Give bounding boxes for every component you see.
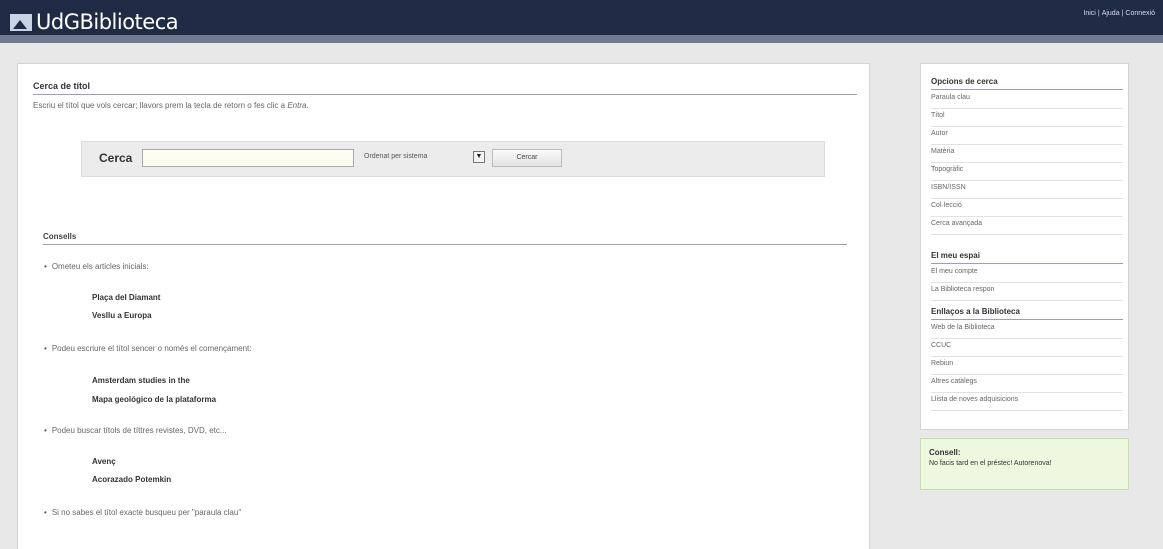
page-title: Cerca de títol (33, 81, 91, 91)
tip-example-link[interactable]: Amsterdam studies in the (92, 376, 190, 385)
sidebar-item-isbn[interactable]: ISBN/ISSN (931, 181, 1123, 199)
sidebar-item-call-number[interactable]: Topogràfic (931, 163, 1123, 181)
tip-item: Ometeu els articles inicials: (44, 262, 149, 271)
search-input[interactable] (142, 149, 354, 167)
description-emphasis: Entra (287, 101, 307, 110)
sidebar-item-ccuc[interactable]: CCUC (931, 339, 1123, 357)
advice-text: No facis tard en el préstec! Autorenova! (929, 460, 1052, 467)
tip-example-link[interactable]: Acorazado Potemkin (92, 475, 171, 484)
sidebar-item-new-acquisitions[interactable]: Llista de noves adquisicions (931, 393, 1123, 411)
link-separator: | (1121, 10, 1124, 17)
library-logo-icon (10, 13, 32, 31)
sidebar-item-advanced[interactable]: Cerca avançada (931, 217, 1123, 235)
advice-box: Consell: No facis tard en el préstec! Au… (920, 438, 1129, 490)
search-options-title: Opcions de cerca (931, 77, 998, 86)
sidebar-item-rebiun[interactable]: Rebiun (931, 357, 1123, 375)
tip-item: Podeu buscar títols de títtres revistes,… (44, 426, 227, 435)
title-divider (33, 94, 857, 95)
dropdown-arrow-icon[interactable]: ▼ (473, 151, 485, 163)
search-box: Cerca Ordenat per sistema ▼ Cercar (81, 141, 825, 177)
sidebar: Opcions de cerca Paraula clau Títol Auto… (920, 63, 1129, 430)
search-button[interactable]: Cercar (492, 149, 562, 167)
page-description: Escriu el títol que vols cercar; llavors… (33, 101, 309, 110)
tip-example-link[interactable]: Mapa geológico de la plataforma (92, 395, 216, 404)
description-end: . (306, 101, 309, 110)
top-links: Inici | Ajuda | Connexió (1083, 10, 1155, 17)
sidebar-item-title[interactable]: Títol (931, 109, 1123, 127)
tip-example-link[interactable]: Plaça del Diamant (92, 293, 160, 302)
tips-title: Consells (43, 232, 77, 241)
sidebar-item-other-catalogs[interactable]: Altres catàlegs (931, 375, 1123, 393)
logo-text: UdGBiblioteca (36, 10, 179, 34)
sidebar-item-keyword[interactable]: Paraula clau (931, 91, 1123, 109)
link-home[interactable]: Inici (1083, 10, 1095, 17)
sidebar-item-ask-library[interactable]: La Biblioteca respon (931, 283, 1123, 301)
sidebar-item-subject[interactable]: Matèria (931, 145, 1123, 163)
link-separator: | (1097, 10, 1100, 17)
advice-title: Consell: (929, 448, 961, 457)
main-panel: Cerca de títol Escriu el títol que vols … (17, 63, 870, 549)
tip-item: Si no sabes el títol exacte busqueu per … (44, 508, 241, 517)
tip-example-link[interactable]: Vesllu a Europa (92, 311, 152, 320)
sidebar-divider (931, 263, 1123, 264)
sidebar-item-collection[interactable]: Col·lecció (931, 199, 1123, 217)
tips-divider (43, 244, 847, 245)
sidebar-item-author[interactable]: Autor (931, 127, 1123, 145)
sort-select-value[interactable]: Ordenat per sistema (364, 153, 427, 160)
logo[interactable]: UdGBiblioteca (10, 10, 179, 34)
sidebar-item-account[interactable]: El meu compte (931, 265, 1123, 283)
sidebar-divider (931, 89, 1123, 90)
sidebar-item-library-web[interactable]: Web de la Biblioteca (931, 321, 1123, 339)
description-text: Escriu el títol que vols cercar; llavors… (33, 101, 288, 110)
my-space-title: El meu espai (931, 251, 980, 260)
link-connect[interactable]: Connexió (1125, 10, 1155, 17)
tip-item: Podeu escriure el títol sencer o només e… (44, 344, 252, 353)
search-label: Cerca (99, 151, 133, 165)
tip-example-link[interactable]: Avenç (92, 457, 116, 466)
library-links-title: Enllaços a la Biblioteca (931, 307, 1020, 316)
link-help[interactable]: Ajuda (1102, 10, 1120, 17)
header: UdGBiblioteca Inici | Ajuda | Connexió (0, 0, 1163, 43)
sidebar-divider (931, 319, 1123, 320)
